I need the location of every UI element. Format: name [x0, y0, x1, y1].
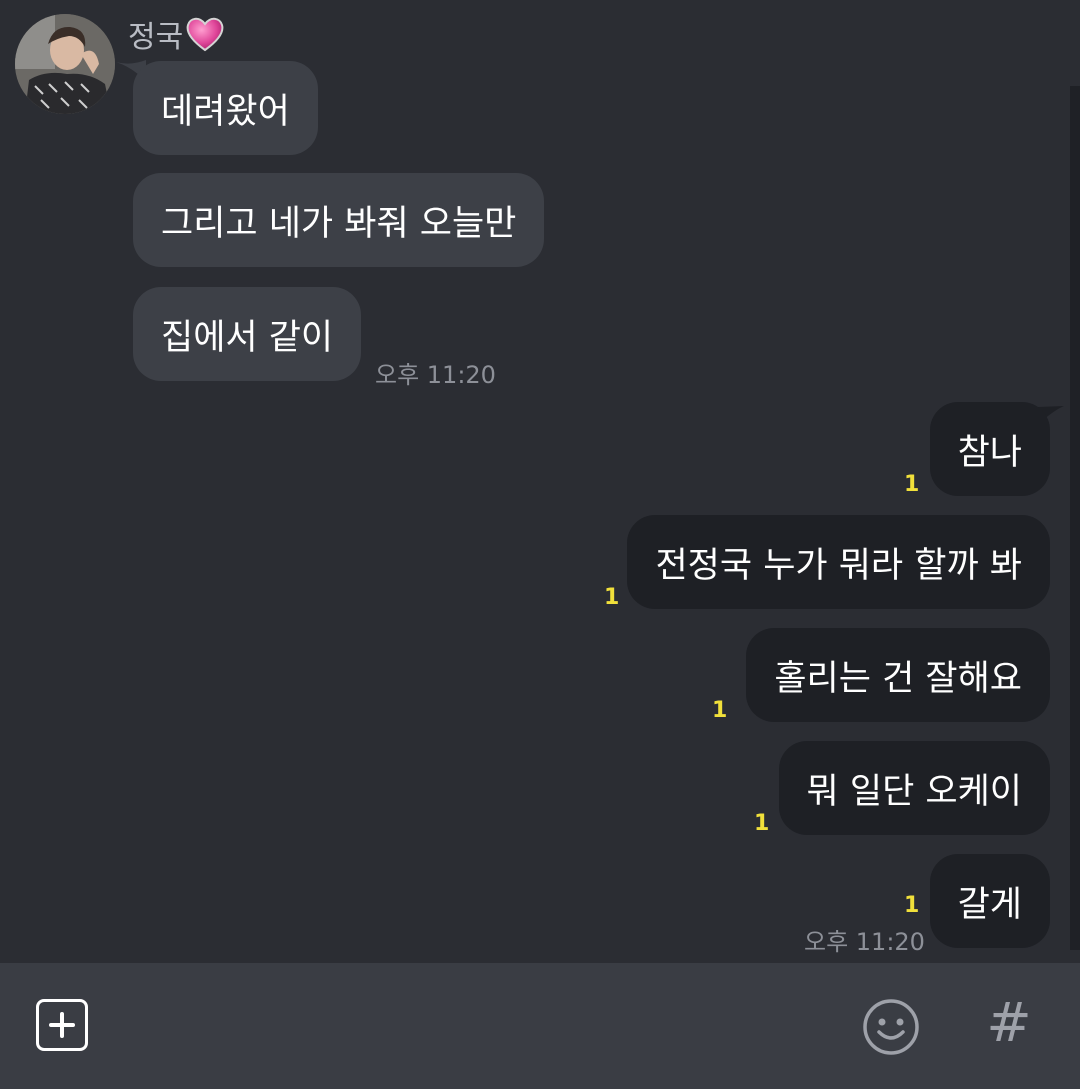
- outgoing-message[interactable]: 참나: [929, 402, 1050, 496]
- message-text: 뭐 일단 오케이: [806, 771, 1022, 812]
- message-text: 홀리는 건 잘해요: [774, 658, 1022, 699]
- unread-count: 1: [904, 893, 920, 918]
- outgoing-message[interactable]: 홀리는 건 잘해요: [746, 628, 1050, 722]
- unread-count: 1: [604, 585, 620, 610]
- outgoing-timestamp: 오후 11:20: [804, 928, 925, 956]
- outgoing-message[interactable]: 뭐 일단 오케이: [778, 741, 1050, 835]
- incoming-message[interactable]: 그리고 네가 봐줘 오늘만: [133, 173, 545, 267]
- smiley-icon: [863, 999, 919, 1055]
- message-text: 그리고 네가 봐줘 오늘만: [161, 203, 517, 244]
- unread-count: 1: [754, 811, 770, 836]
- outgoing-message[interactable]: 전정국 누가 뭐라 할까 봐: [627, 515, 1050, 609]
- hashtag-search-button[interactable]: #: [984, 993, 1034, 1053]
- message-text: 전정국 누가 뭐라 할까 봐: [655, 545, 1022, 586]
- add-attachment-button[interactable]: [36, 999, 88, 1051]
- unread-count: 1: [904, 472, 920, 497]
- message-text: 데려왔어: [161, 91, 290, 132]
- scrollbar-track[interactable]: [1070, 86, 1080, 950]
- unread-count: 1: [712, 698, 728, 723]
- incoming-message[interactable]: 집에서 같이: [133, 287, 362, 381]
- outgoing-message[interactable]: 갈게: [929, 854, 1050, 948]
- message-input-bar: #: [0, 963, 1080, 1089]
- incoming-timestamp: 오후 11:20: [375, 361, 496, 389]
- message-text: 갈게: [957, 884, 1022, 925]
- message-text: 참나: [957, 432, 1022, 473]
- sender-avatar[interactable]: [15, 14, 115, 114]
- sender-name: 정국: [128, 14, 225, 55]
- heart-icon: [185, 16, 225, 52]
- emoji-button[interactable]: [862, 998, 920, 1056]
- sender-name-text: 정국: [128, 20, 184, 55]
- message-text: 집에서 같이: [161, 317, 334, 358]
- incoming-message[interactable]: 데려왔어: [133, 61, 318, 155]
- hash-icon: #: [986, 991, 1032, 1054]
